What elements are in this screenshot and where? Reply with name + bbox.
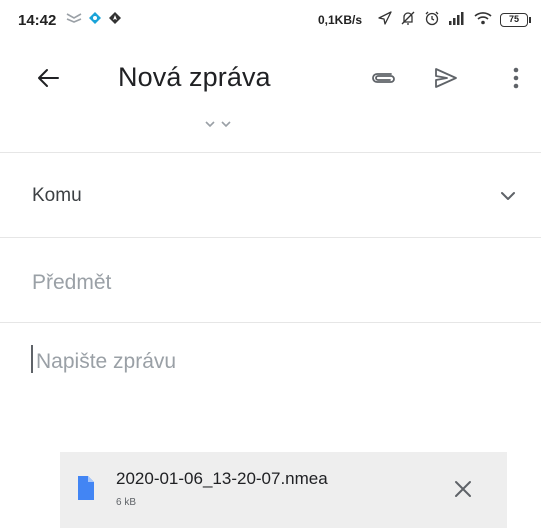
text-cursor — [31, 345, 33, 373]
send-button[interactable] — [428, 62, 464, 98]
more-vert-icon — [513, 67, 519, 94]
battery-icon: 75 — [500, 13, 531, 27]
signal-icon — [448, 11, 466, 30]
send-arrow-icon — [378, 10, 392, 30]
wifi-icon — [474, 11, 492, 30]
attachment-file-name: 2020-01-06_13-20-07.nmea — [116, 469, 328, 488]
compose-toolbar: Nová zpráva — [0, 48, 541, 112]
status-bar: 14:42 0,1KB/s 75 — [0, 0, 541, 40]
attach-button[interactable] — [365, 62, 401, 98]
message-icon — [66, 11, 82, 30]
status-time: 14:42 — [18, 12, 57, 29]
close-icon — [454, 480, 472, 503]
remove-attachment-button[interactable] — [450, 478, 476, 504]
page-title: Nová zpráva — [118, 62, 271, 92]
attachment-file-size: 6 kB — [116, 497, 137, 508]
message-body-field[interactable]: Napište zprávu — [0, 323, 541, 433]
status-left-icons — [66, 10, 122, 30]
status-right-icons: 75 — [378, 10, 531, 31]
to-label: Komu — [32, 185, 82, 206]
back-arrow-icon — [37, 68, 59, 93]
mute-icon — [400, 10, 416, 31]
body-placeholder: Napište zprávu — [36, 350, 177, 373]
network-speed: 0,1KB/s — [318, 13, 363, 27]
subject-placeholder: Předmět — [32, 271, 112, 294]
send-icon — [434, 67, 458, 94]
to-field[interactable]: Komu — [0, 153, 541, 237]
attachment-icon — [369, 70, 397, 91]
more-options-button[interactable] — [498, 62, 534, 98]
file-icon — [78, 476, 94, 500]
subject-field[interactable]: Předmět — [0, 238, 541, 322]
alarm-icon — [424, 10, 440, 31]
navigation-icon — [108, 11, 122, 30]
expand-recipients-button[interactable] — [494, 183, 522, 211]
location-icon — [88, 11, 102, 30]
attachment-chip[interactable]: 2020-01-06_13-20-07.nmea 6 kB — [60, 452, 507, 528]
chevron-down-icon — [500, 188, 516, 206]
from-chevron-icon — [204, 116, 234, 128]
back-button[interactable] — [30, 62, 66, 98]
